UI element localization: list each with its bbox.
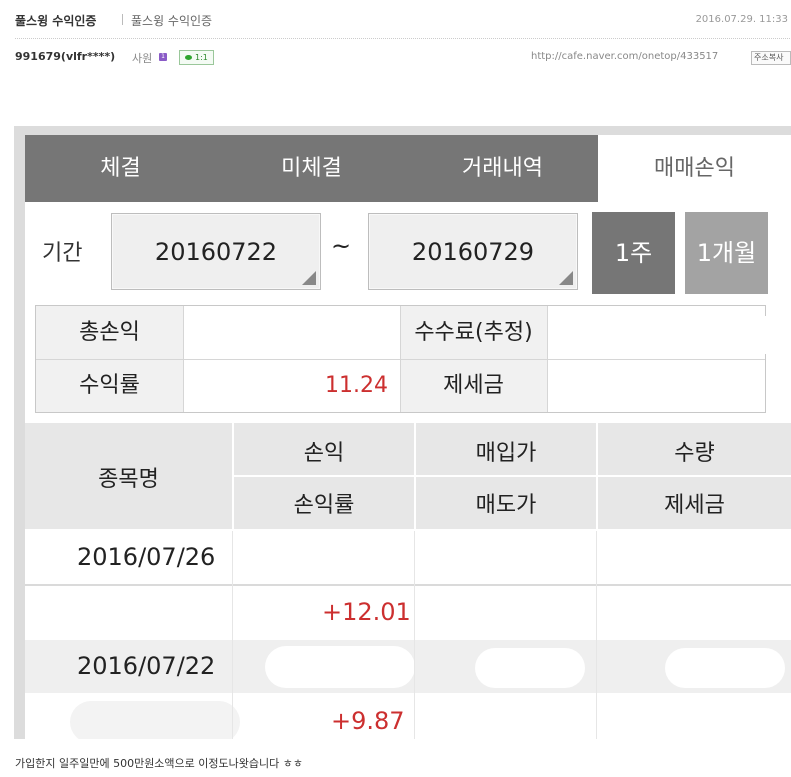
header-row-divider: [232, 475, 791, 477]
table-row[interactable]: 2016/07/26: [25, 531, 791, 584]
col-sell-price: 매도가: [475, 493, 537, 518]
row-date: 2016/07/26: [77, 543, 216, 571]
row-col-divider: [596, 531, 597, 739]
header-dotted-divider: [15, 38, 790, 39]
rank-badge-icon: 1: [159, 53, 167, 61]
post-header: 풀스윙 수익인증 풀스윙 수익인증 2016.07.29. 11:33: [15, 12, 790, 30]
list-header: 종목명 손익 매입가 수량 손익률 매도가 제세금: [25, 423, 791, 529]
tab-pnl[interactable]: 매매손익: [598, 135, 791, 202]
post-url[interactable]: http://cafe.naver.com/onetop/433517: [531, 51, 718, 62]
screenshot-image: 체결 미체결 거래내역 매매손익 기간 20160722 ~ 20160729 …: [14, 126, 791, 739]
summary-col-divider: [547, 306, 548, 412]
copy-url-button[interactable]: 주소복사: [751, 51, 791, 65]
member-rank: 사원: [132, 52, 153, 65]
dropdown-corner-icon: [559, 271, 573, 285]
dropdown-corner-icon: [302, 271, 316, 285]
tab-bar: 체결 미체결 거래내역 매매손익: [25, 135, 791, 202]
period-label: 기간: [42, 241, 83, 266]
col-pnl-rate: 손익률: [293, 493, 355, 518]
end-date-field[interactable]: 20160729: [368, 213, 578, 290]
table-row[interactable]: 2016/07/22: [25, 640, 791, 693]
one-week-button[interactable]: 1주: [592, 212, 675, 294]
post-meta: 991679(vlfr****) 사원 1 1:1 http://cafe.na…: [15, 50, 791, 66]
row-pnl-rate: +12.01: [322, 598, 411, 626]
tab-executed[interactable]: 체결: [25, 135, 216, 202]
tab-history[interactable]: 거래내역: [407, 135, 598, 202]
end-date-value: 20160729: [411, 238, 535, 266]
tax-label: 제세금: [400, 359, 547, 412]
chat-bubble-icon: [185, 55, 192, 60]
chat-button[interactable]: 1:1: [179, 50, 214, 65]
col-qty: 수량: [674, 441, 715, 466]
redaction-blur: [70, 701, 240, 739]
redaction-blur: [636, 316, 791, 354]
row-col-divider: [232, 531, 233, 739]
one-month-button[interactable]: 1개월: [685, 212, 768, 294]
tax-value: [547, 359, 765, 412]
summary-col-divider: [183, 306, 184, 412]
col-buy-price: 매입가: [475, 441, 537, 466]
post-title[interactable]: 풀스윙 수익인증: [15, 12, 96, 29]
summary-col-divider: [400, 306, 401, 412]
return-value: 11.24: [183, 359, 400, 412]
tab-unexecuted[interactable]: 미체결: [216, 135, 407, 202]
row-col-divider: [414, 531, 415, 739]
start-date-value: 20160722: [154, 238, 278, 266]
col-name: 종목명: [98, 467, 159, 492]
total-pnl-label: 총손익: [36, 306, 183, 359]
return-label: 수익률: [36, 359, 183, 412]
period-row: 기간 20160722 ~ 20160729 1주 1개월: [25, 202, 791, 301]
table-row[interactable]: +12.01: [25, 586, 791, 639]
table-row[interactable]: +9.87: [25, 695, 791, 739]
post-body-text: 가입한지 일주일만에 500만원소액으로 이정도나왓습니다 ㅎㅎ: [15, 757, 303, 770]
header-divider: [122, 14, 123, 25]
period-separator: ~: [331, 232, 352, 260]
col-pnl: 손익: [303, 441, 345, 466]
col-tax: 제세금: [664, 493, 725, 518]
row-pnl-rate: +9.87: [331, 707, 405, 735]
trading-panel: 체결 미체결 거래내역 매매손익 기간 20160722 ~ 20160729 …: [25, 135, 791, 739]
chat-label: 1:1: [195, 53, 208, 62]
summary-table: 총손익 수수료(추정) 수익률 11.24 제세금: [35, 305, 791, 413]
total-pnl-value: [183, 306, 400, 359]
fee-label: 수수료(추정): [400, 306, 547, 359]
redaction-blur: [265, 646, 415, 688]
redaction-blur: [475, 648, 585, 688]
author-name[interactable]: 991679(vlfr****): [15, 50, 115, 63]
start-date-field[interactable]: 20160722: [111, 213, 321, 290]
post-category[interactable]: 풀스윙 수익인증: [131, 12, 212, 29]
post-date: 2016.07.29. 11:33: [695, 14, 788, 25]
redaction-blur: [665, 648, 785, 688]
row-date: 2016/07/22: [77, 652, 216, 680]
